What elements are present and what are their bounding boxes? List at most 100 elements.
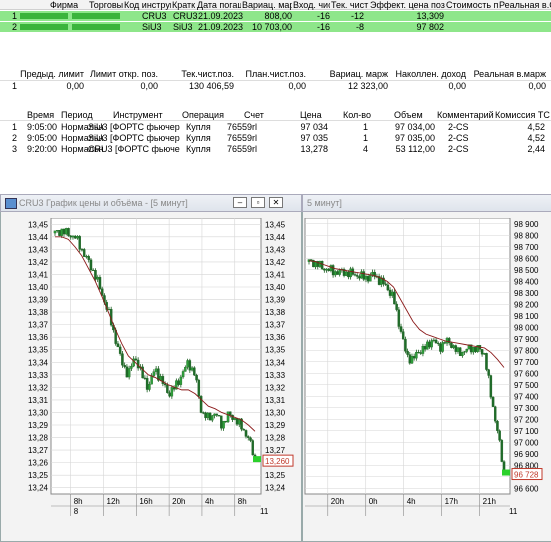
plot-area (50, 218, 262, 495)
col-header[interactable]: Тек.чист.поз. (162, 69, 234, 79)
y-tick-label: 13,25 (28, 471, 49, 480)
candle (235, 418, 239, 425)
col-header[interactable]: Кратк (172, 0, 196, 10)
candle (421, 346, 425, 354)
limits-header: Предыд. лимит Лимит откр. поз. Тек.чист.… (0, 66, 551, 81)
table-row[interactable]: 2 SiU3 SiU3 21.09.2023 10 703,00 -16 -8 … (0, 22, 551, 32)
col-header[interactable]: Код инструм (124, 0, 171, 10)
y-tick-label: 13,33 (265, 371, 286, 380)
y-tick-label: 13,42 (28, 258, 49, 267)
candle (480, 349, 484, 355)
window-titlebar[interactable]: 5 минут] (302, 194, 551, 212)
col-header[interactable]: Вариац. марж (310, 69, 388, 79)
y-tick-label: 98 200 (514, 300, 539, 309)
cell-op: Купля (186, 133, 211, 143)
candle (123, 365, 126, 367)
row-number: 2 (12, 22, 18, 32)
col-header[interactable]: Кол-во (343, 110, 371, 120)
col-header[interactable]: Счет (244, 110, 264, 120)
candle (487, 369, 490, 376)
candle (320, 261, 324, 270)
col-header[interactable]: Объем (394, 110, 423, 120)
minimize-icon[interactable]: – (233, 197, 247, 208)
candle (251, 440, 255, 456)
redacted-block (72, 24, 120, 30)
cell-num: 3 (12, 144, 18, 154)
y-tick-label: 13,44 (28, 233, 49, 242)
cell-cur: -12 (350, 11, 364, 21)
col-header[interactable]: Наколлен. доход (392, 69, 466, 79)
col-header[interactable]: Вход. чис (293, 0, 330, 10)
col-header[interactable]: Реальная в.марж (470, 69, 546, 79)
col-header[interactable]: Фирма (50, 0, 78, 10)
price-chart-cru3[interactable]: 13,45 13,45 13,44 13,44 13,43 13,43 13,42 13,42… (15, 218, 305, 534)
y-tick-label: 13,40 (265, 283, 286, 292)
table-row[interactable]: 1 CRU3 CRU3 21.09.2023 808,00 -16 -12 13… (0, 11, 551, 21)
window-title: CRU3 График цены и объёма - [5 минут] (19, 198, 188, 208)
col-header[interactable]: План.чист.поз. (238, 69, 306, 79)
table-row[interactable]: 39:20:00НормальнCRU3 [ФОРТС фьючерс]Купл… (0, 144, 551, 155)
col-header[interactable]: Время (27, 110, 54, 120)
y-tick-label: 13,40 (28, 283, 49, 292)
candle (439, 343, 442, 352)
col-header[interactable]: Комментарий (437, 110, 494, 120)
candle (247, 436, 250, 438)
candle (434, 339, 438, 344)
y-tick-label: 97 500 (514, 381, 539, 390)
candle (190, 367, 194, 371)
y-tick-label: 97 600 (514, 369, 539, 378)
candle (331, 265, 335, 276)
maximize-icon[interactable]: ▫ (251, 197, 265, 208)
col-header[interactable]: Эффект. цена поз. (370, 0, 445, 10)
col-header[interactable]: Цена (300, 110, 322, 120)
x-tick-label: 21h (483, 497, 496, 506)
col-header[interactable]: Лимит откр. поз. (88, 69, 158, 79)
col-header[interactable]: Вариац. марж (242, 0, 292, 10)
cell-in: -16 (316, 11, 330, 21)
y-tick-label: 13,36 (28, 333, 49, 342)
col-header[interactable]: Тек. чист (331, 0, 369, 10)
candle (364, 276, 368, 280)
col-header[interactable]: Инструмент (113, 110, 163, 120)
window-titlebar[interactable]: CRU3 График цены и объёма - [5 минут] – … (0, 194, 302, 212)
cell-price: 97 034 (300, 122, 328, 132)
cell-in: -16 (316, 22, 330, 32)
col-header[interactable]: Дата погаш (197, 0, 241, 10)
x-date-label: 11 (260, 507, 269, 516)
y-tick-label: 13,34 (265, 358, 286, 367)
col-header[interactable]: Стоимость пс (446, 0, 498, 10)
candle (98, 277, 102, 289)
x-tick-label: 12h (107, 497, 120, 506)
col-header[interactable]: Комиссия ТС (495, 110, 551, 120)
table-row[interactable]: 1 9:05:00 Нормальн SiU3 [ФОРТС фьючерс] Купл… (0, 122, 551, 133)
y-tick-label: 98 500 (514, 266, 539, 275)
col-header[interactable]: Торговый сч (89, 0, 123, 10)
col-header[interactable]: Предыд. лимит (14, 69, 84, 79)
candle (150, 375, 153, 385)
candle (406, 351, 409, 355)
y-tick-label: 13,43 (28, 245, 49, 254)
candle (443, 342, 447, 344)
cell-qty: 1 (362, 133, 368, 143)
col-header[interactable]: Период (61, 110, 93, 120)
candle (73, 235, 77, 239)
candle (323, 268, 326, 271)
candle (168, 392, 171, 397)
cell-qty: 4 (362, 144, 368, 154)
candle (233, 418, 237, 420)
candle (55, 230, 59, 232)
close-icon[interactable]: ✕ (269, 197, 283, 208)
cell-cur: 130 406,59 (188, 81, 234, 91)
table-row[interactable]: 2 9:05:00 Нормальн SiU3 [ФОРТС фьючерс] Купл… (0, 133, 551, 144)
candle (204, 412, 207, 419)
table-row[interactable]: 1 0,00 0,00 130 406,59 0,00 12 323,00 0,… (0, 81, 551, 92)
candle (226, 411, 230, 423)
col-header[interactable]: Операция (182, 110, 224, 120)
col-header[interactable]: Реальная в.С (499, 0, 551, 10)
candle (249, 437, 252, 441)
last-price-marker (502, 469, 510, 476)
y-tick-label: 13,28 (28, 434, 49, 443)
candle (437, 342, 440, 345)
candle (452, 345, 455, 348)
price-chart-siu3[interactable]: 98 900 98 800 98 700 98 600 98 500 98 400 98 3… (303, 218, 551, 534)
